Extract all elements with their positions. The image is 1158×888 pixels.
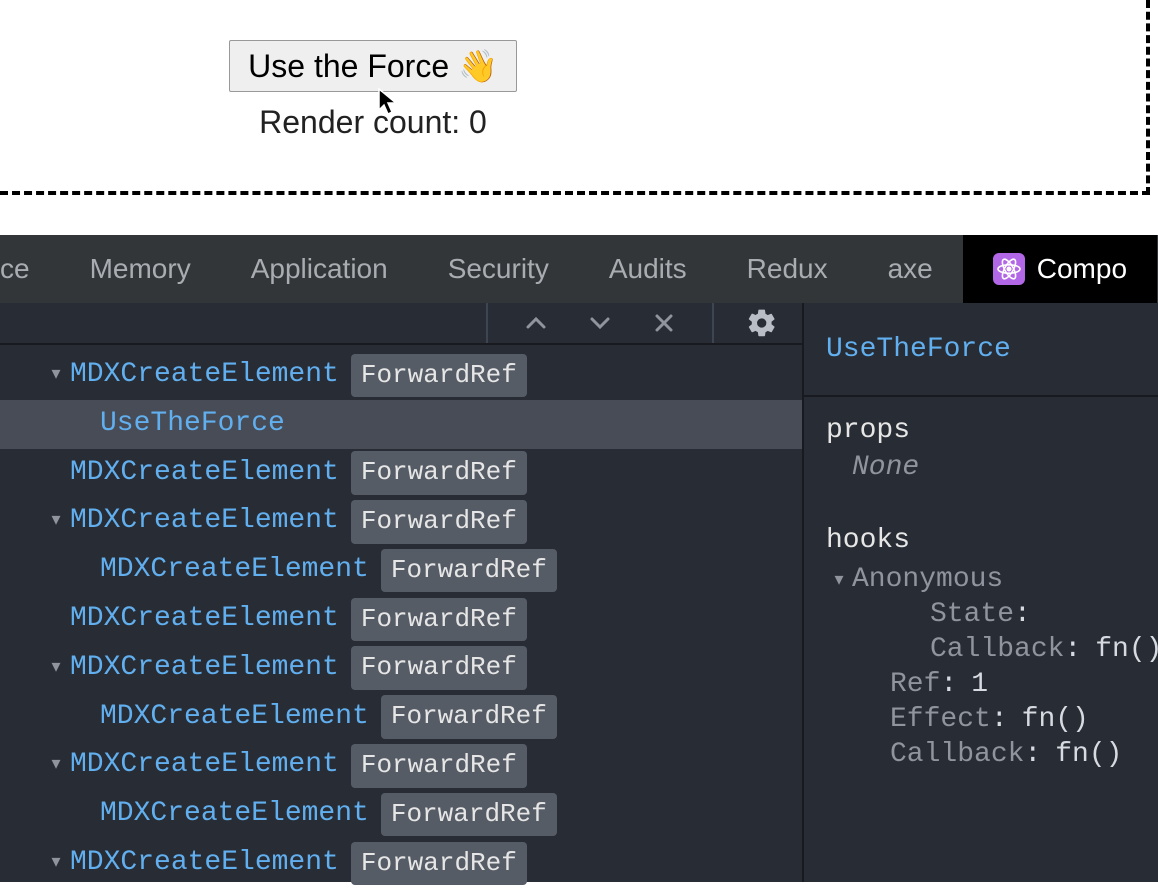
props-none: None — [804, 452, 1158, 483]
hook-value: fn() — [1022, 704, 1089, 735]
tab-memory[interactable]: Memory — [60, 235, 221, 303]
preview-area: Use the Force 👋 Render count: 0 — [0, 0, 1150, 195]
react-devtools-icon — [993, 253, 1025, 285]
tree-row[interactable]: MDXCreateElement ForwardRef — [0, 790, 802, 839]
tree-row[interactable]: ▾MDXCreateElement ForwardRef — [0, 839, 802, 888]
hook-row[interactable]: Ref:1 — [804, 667, 1158, 702]
tab-partial[interactable]: ce — [0, 235, 60, 303]
colon: : — [1064, 634, 1081, 665]
use-the-force-button[interactable]: Use the Force 👋 — [229, 40, 517, 92]
forwardref-badge: ForwardRef — [381, 793, 557, 837]
devtools-body: ▾MDXCreateElementForwardRefUseTheForceMD… — [0, 303, 1158, 882]
disclosure-triangle-icon[interactable]: ▾ — [42, 654, 70, 683]
hook-key: Effect — [890, 704, 991, 735]
forwardref-badge: ForwardRef — [351, 500, 527, 544]
component-name: MDXCreateElement — [70, 499, 339, 544]
component-name: MDXCreateElement — [100, 792, 369, 837]
component-tree-panel: ▾MDXCreateElementForwardRefUseTheForceMD… — [0, 303, 804, 882]
tree-row[interactable]: ▾MDXCreateElement ForwardRef — [0, 497, 802, 546]
hook-value: 1 — [971, 669, 988, 700]
tab-components[interactable]: Compo — [963, 235, 1157, 303]
close-icon[interactable] — [646, 305, 682, 341]
forwardref-badge: ForwardRef — [351, 744, 527, 788]
hook-value: fn() — [1055, 739, 1122, 770]
chevron-up-icon[interactable] — [518, 305, 554, 341]
forwardref-badge: ForwardRef — [381, 549, 557, 593]
hook-key: Anonymous — [852, 564, 1003, 595]
hooks-section-title: hooks — [804, 507, 1158, 562]
tab-audits[interactable]: Audits — [579, 235, 717, 303]
tree-row[interactable]: ▾MDXCreateElement ForwardRef — [0, 644, 802, 693]
disclosure-triangle-icon[interactable]: ▾ — [826, 569, 852, 591]
component-name: UseTheForce — [100, 402, 285, 447]
component-name: MDXCreateElement — [70, 597, 339, 642]
tree-row[interactable]: MDXCreateElement ForwardRef — [0, 595, 802, 644]
tree-row[interactable]: UseTheForce — [0, 400, 802, 449]
tab-security[interactable]: Security — [418, 235, 579, 303]
hook-row[interactable]: Effect: fn() — [804, 702, 1158, 737]
tree-row[interactable]: MDXCreateElement ForwardRef — [0, 546, 802, 595]
colon: : — [1024, 739, 1041, 770]
hook-row[interactable]: Callback: fn() — [804, 632, 1158, 667]
tree-row[interactable]: ▾MDXCreateElement ForwardRef — [0, 351, 802, 400]
render-count-label: Render count: 0 — [229, 104, 517, 141]
component-name: MDXCreateElement — [70, 353, 339, 398]
component-name: MDXCreateElement — [70, 451, 339, 496]
tree-toolbar — [0, 303, 802, 345]
hook-row[interactable]: ▾Anonymous — [804, 562, 1158, 597]
tree-row[interactable]: MDXCreateElement ForwardRef — [0, 693, 802, 742]
forwardref-badge: ForwardRef — [351, 842, 527, 886]
devtools-tab-bar: ce Memory Application Security Audits Re… — [0, 235, 1158, 303]
disclosure-triangle-icon[interactable]: ▾ — [42, 507, 70, 536]
forwardref-badge: ForwardRef — [351, 598, 527, 642]
tab-application[interactable]: Application — [221, 235, 418, 303]
tab-components-label: Compo — [1037, 253, 1127, 285]
component-name: MDXCreateElement — [70, 646, 339, 691]
toolbar-separator — [486, 303, 488, 343]
component-name: MDXCreateElement — [100, 548, 369, 593]
hook-key: State — [930, 599, 1014, 630]
component-name: MDXCreateElement — [70, 743, 339, 788]
colon: : — [1014, 599, 1031, 630]
hook-key: Callback — [930, 634, 1064, 665]
props-section-title: props — [804, 397, 1158, 452]
toolbar-separator — [712, 303, 714, 343]
disclosure-triangle-icon[interactable]: ▾ — [42, 751, 70, 780]
tab-redux[interactable]: Redux — [717, 235, 858, 303]
hooks-list: ▾AnonymousState:Callback:fn()Ref:1Effect… — [804, 562, 1158, 772]
disclosure-triangle-icon[interactable]: ▾ — [42, 849, 70, 878]
gear-icon[interactable] — [744, 305, 780, 341]
disclosure-triangle-icon[interactable]: ▾ — [42, 361, 70, 390]
tree-row[interactable]: MDXCreateElement ForwardRef — [0, 449, 802, 498]
colon: : — [991, 704, 1008, 735]
hook-key: Callback — [890, 739, 1024, 770]
hook-value: fn() — [1095, 634, 1158, 665]
hook-row[interactable]: Callback: fn() — [804, 737, 1158, 772]
forwardref-badge: ForwardRef — [351, 646, 527, 690]
hook-row[interactable]: State: — [804, 597, 1158, 632]
tree-row[interactable]: ▾MDXCreateElement ForwardRef — [0, 741, 802, 790]
chevron-down-icon[interactable] — [582, 305, 618, 341]
forwardref-badge: ForwardRef — [381, 695, 557, 739]
selected-component-name: UseTheForce — [804, 303, 1158, 397]
forwardref-badge: ForwardRef — [351, 354, 527, 398]
hook-key: Ref — [890, 669, 940, 700]
component-name: MDXCreateElement — [70, 841, 339, 886]
detail-panel: UseTheForce props None hooks ▾AnonymousS… — [804, 303, 1158, 882]
component-name: MDXCreateElement — [100, 695, 369, 740]
component-tree: ▾MDXCreateElementForwardRefUseTheForceMD… — [0, 345, 802, 888]
forwardref-badge: ForwardRef — [351, 451, 527, 495]
colon: : — [940, 669, 957, 700]
tab-axe[interactable]: axe — [858, 235, 963, 303]
